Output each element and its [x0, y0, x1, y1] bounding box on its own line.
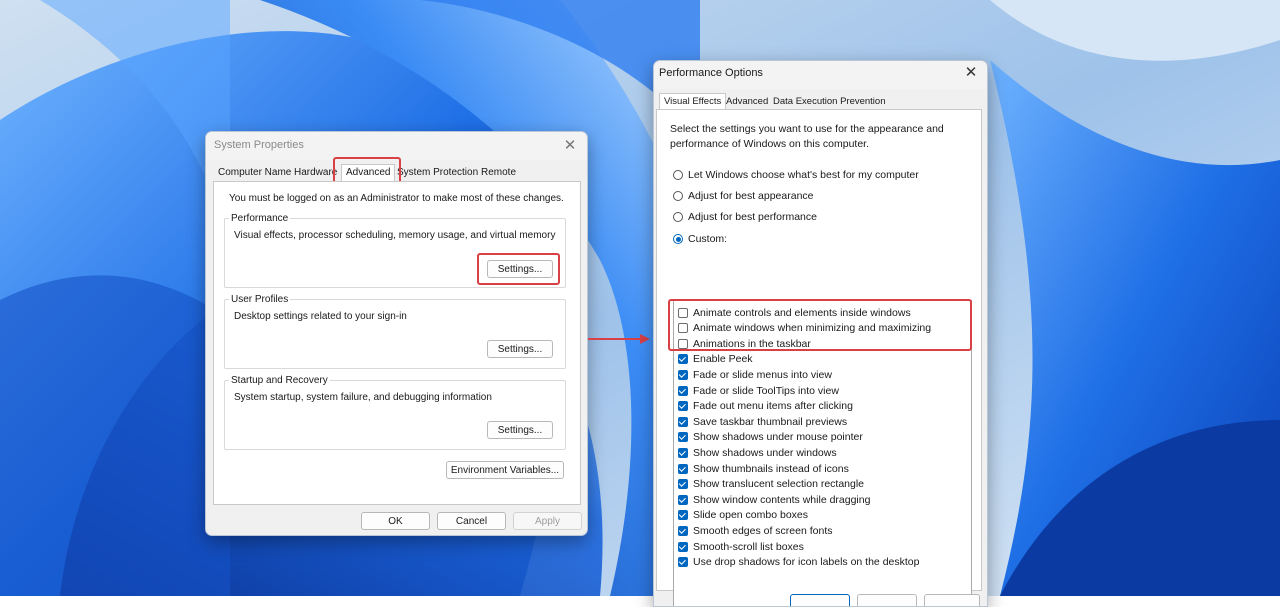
- effect-label: Fade or slide ToolTips into view: [693, 384, 839, 397]
- desktop-wallpaper: [0, 0, 1280, 596]
- effect-item[interactable]: Fade out menu items after clicking: [678, 399, 853, 414]
- dialog-title: System Properties: [214, 139, 304, 151]
- radio-button[interactable]: [673, 191, 683, 201]
- effect-item[interactable]: Fade or slide ToolTips into view: [678, 383, 839, 398]
- dialog-title: Performance Options: [659, 67, 763, 79]
- effect-item[interactable]: Smooth edges of screen fonts: [678, 523, 833, 538]
- tab-remote[interactable]: Remote: [478, 166, 519, 179]
- admin-note: You must be logged on as an Administrato…: [229, 193, 564, 204]
- radio-best-performance[interactable]: Adjust for best performance: [673, 210, 817, 224]
- checkbox-checked[interactable]: [678, 525, 688, 536]
- user-profiles-title: User Profiles: [229, 294, 291, 305]
- close-icon[interactable]: ✕: [561, 137, 579, 155]
- effect-item[interactable]: Slide open combo boxes: [678, 508, 808, 523]
- performance-title: Performance: [229, 213, 291, 224]
- effect-label: Fade out menu items after clicking: [693, 400, 853, 413]
- effect-item[interactable]: Show thumbnails instead of icons: [678, 461, 849, 476]
- effect-item[interactable]: Show shadows under windows: [678, 445, 837, 460]
- checkbox-checked[interactable]: [678, 463, 688, 474]
- startup-recovery-title: Startup and Recovery: [229, 375, 330, 386]
- performance-settings-highlight: [477, 253, 560, 285]
- effect-item[interactable]: Use drop shadows for icon labels on the …: [678, 555, 919, 570]
- checkbox-checked[interactable]: [678, 479, 688, 490]
- effect-label: Smooth edges of screen fonts: [693, 524, 833, 537]
- system-properties-dialog: System Properties ✕ Computer Name Hardwa…: [205, 131, 588, 536]
- effect-label: Smooth-scroll list boxes: [693, 540, 804, 553]
- intro-line-2: performance of Windows on this computer.: [670, 138, 870, 150]
- tab-computer-name[interactable]: Computer Name: [215, 166, 294, 179]
- checkbox-checked[interactable]: [678, 401, 688, 412]
- checkbox-checked[interactable]: [678, 494, 688, 505]
- checkbox-checked[interactable]: [678, 557, 688, 568]
- effect-item[interactable]: Show translucent selection rectangle: [678, 477, 864, 492]
- intro-line-1: Select the settings you want to use for …: [670, 123, 944, 135]
- effect-label: Show translucent selection rectangle: [693, 478, 865, 491]
- effect-label: Slide open combo boxes: [693, 509, 808, 522]
- radio-label: Custom:: [688, 233, 728, 245]
- title-bar[interactable]: System Properties ✕: [206, 132, 587, 160]
- radio-best-appearance[interactable]: Adjust for best appearance: [673, 189, 814, 203]
- radio-button[interactable]: [673, 170, 683, 180]
- radio-label: Adjust for best appearance: [688, 190, 814, 202]
- performance-options-dialog: Performance Options ✕ Visual Effects Adv…: [653, 60, 988, 607]
- radio-button-selected[interactable]: [673, 234, 683, 244]
- effect-label: Show shadows under mouse pointer: [693, 431, 863, 444]
- user-profiles-settings-button[interactable]: Settings...: [487, 340, 553, 358]
- checkbox-checked[interactable]: [678, 385, 688, 396]
- effect-item[interactable]: Show shadows under mouse pointer: [678, 430, 863, 445]
- title-bar[interactable]: Performance Options ✕: [654, 61, 987, 89]
- visual-effects-panel: Select the settings you want to use for …: [656, 109, 982, 606]
- radio-button[interactable]: [673, 212, 683, 222]
- checkbox-checked[interactable]: [678, 510, 688, 521]
- effect-label: Show window contents while dragging: [693, 493, 871, 506]
- checkbox-checked[interactable]: [678, 354, 688, 365]
- startup-recovery-description: System startup, system failure, and debu…: [234, 392, 492, 403]
- effect-label: Save taskbar thumbnail previews: [693, 415, 848, 428]
- tab-system-protection[interactable]: System Protection: [394, 166, 481, 179]
- radio-custom[interactable]: Custom:: [673, 232, 727, 246]
- radio-label: Adjust for best performance: [688, 211, 817, 223]
- user-profiles-description: Desktop settings related to your sign-in: [234, 311, 407, 322]
- cancel-button[interactable]: Cancel: [437, 512, 506, 530]
- startup-recovery-settings-button[interactable]: Settings...: [487, 421, 553, 439]
- checkbox-checked[interactable]: [678, 447, 688, 458]
- radio-label: Let Windows choose what's best for my co…: [688, 169, 919, 181]
- performance-description: Visual effects, processor scheduling, me…: [234, 230, 556, 241]
- checkbox-checked[interactable]: [678, 541, 688, 552]
- effect-label: Show shadows under windows: [693, 446, 837, 459]
- unchecked-effects-highlight: [668, 299, 972, 351]
- effect-item[interactable]: Enable Peek: [678, 352, 753, 367]
- checkbox-checked[interactable]: [678, 416, 688, 427]
- effect-item[interactable]: Show window contents while dragging: [678, 492, 870, 507]
- effect-item[interactable]: Smooth-scroll list boxes: [678, 539, 804, 554]
- radio-let-windows-choose[interactable]: Let Windows choose what's best for my co…: [673, 168, 919, 182]
- effect-label: Fade or slide menus into view: [693, 368, 832, 381]
- close-icon[interactable]: ✕: [962, 64, 980, 82]
- tab-advanced[interactable]: Advanced: [723, 95, 771, 108]
- checkbox-checked[interactable]: [678, 432, 688, 443]
- checkbox-checked[interactable]: [678, 369, 688, 380]
- arrow-icon: [588, 334, 650, 344]
- effect-item[interactable]: Fade or slide menus into view: [678, 367, 832, 382]
- effect-label: Enable Peek: [693, 353, 753, 366]
- ok-button[interactable]: OK: [361, 512, 430, 530]
- environment-variables-button[interactable]: Environment Variables...: [446, 461, 564, 479]
- effect-label: Use drop shadows for icon labels on the …: [693, 556, 920, 569]
- apply-button[interactable]: Apply: [513, 512, 582, 530]
- tab-data-execution-prevention[interactable]: Data Execution Prevention: [770, 95, 888, 108]
- effect-item[interactable]: Save taskbar thumbnail previews: [678, 414, 847, 429]
- advanced-tab-panel: You must be logged on as an Administrato…: [213, 181, 581, 505]
- effect-label: Show thumbnails instead of icons: [693, 462, 849, 475]
